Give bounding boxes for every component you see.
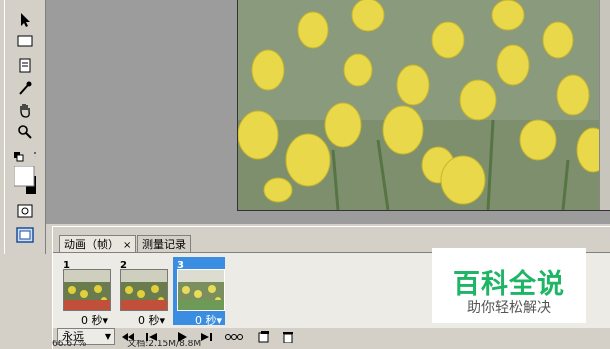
document-canvas[interactable] — [237, 0, 610, 211]
rectangle-tool-icon[interactable] — [14, 31, 36, 51]
tab-measurement-label: 测量记录 — [142, 238, 186, 251]
tab-animation-label: 动画（帧） — [64, 238, 119, 251]
frame-1[interactable]: 1 0 秒▾ — [59, 257, 111, 328]
frame-thumbnail — [120, 269, 168, 311]
tools-palette — [4, 0, 46, 254]
hand-tool-icon[interactable] — [14, 100, 36, 120]
color-swatches-icon[interactable] — [14, 166, 36, 196]
swap-colors-icon[interactable] — [14, 147, 36, 167]
direct-select-tool-icon[interactable] — [14, 10, 36, 30]
vertical-scrollbar[interactable] — [599, 0, 610, 210]
watermark: 百科全说 助你轻松解决 — [432, 248, 586, 323]
quick-mask-icon[interactable] — [14, 201, 36, 221]
zoom-level: 66.67% — [52, 340, 87, 348]
status-bar: 66.67% 文档:2.15M/8.8M — [52, 340, 352, 348]
eyedropper-tool-icon[interactable] — [14, 78, 36, 98]
frame-duration[interactable]: 0 秒▾ — [81, 312, 108, 328]
doc-size: 文档:2.15M/8.8M — [127, 340, 202, 348]
frame-duration[interactable]: 0 秒▾ — [195, 312, 222, 328]
tab-measurement-log[interactable]: 测量记录 — [137, 235, 191, 253]
frame-thumbnail — [177, 269, 225, 311]
frame-2[interactable]: 2 0 秒▾ — [116, 257, 168, 328]
tab-close-icon[interactable]: × — [123, 240, 131, 251]
tab-animation-frames[interactable]: 动画（帧） × — [59, 235, 137, 253]
workspace — [46, 0, 610, 224]
watermark-subtitle: 助你轻松解决 — [467, 300, 551, 316]
frame-thumbnail — [63, 269, 111, 311]
frame-duration[interactable]: 0 秒▾ — [138, 312, 165, 328]
screen-mode-icon[interactable] — [14, 225, 36, 245]
frame-3[interactable]: 3 0 秒▾ — [173, 257, 225, 328]
notes-tool-icon[interactable] — [14, 56, 36, 76]
watermark-title: 百科全说 — [453, 269, 565, 300]
tulip-photo — [238, 0, 610, 210]
zoom-tool-icon[interactable] — [14, 122, 36, 142]
